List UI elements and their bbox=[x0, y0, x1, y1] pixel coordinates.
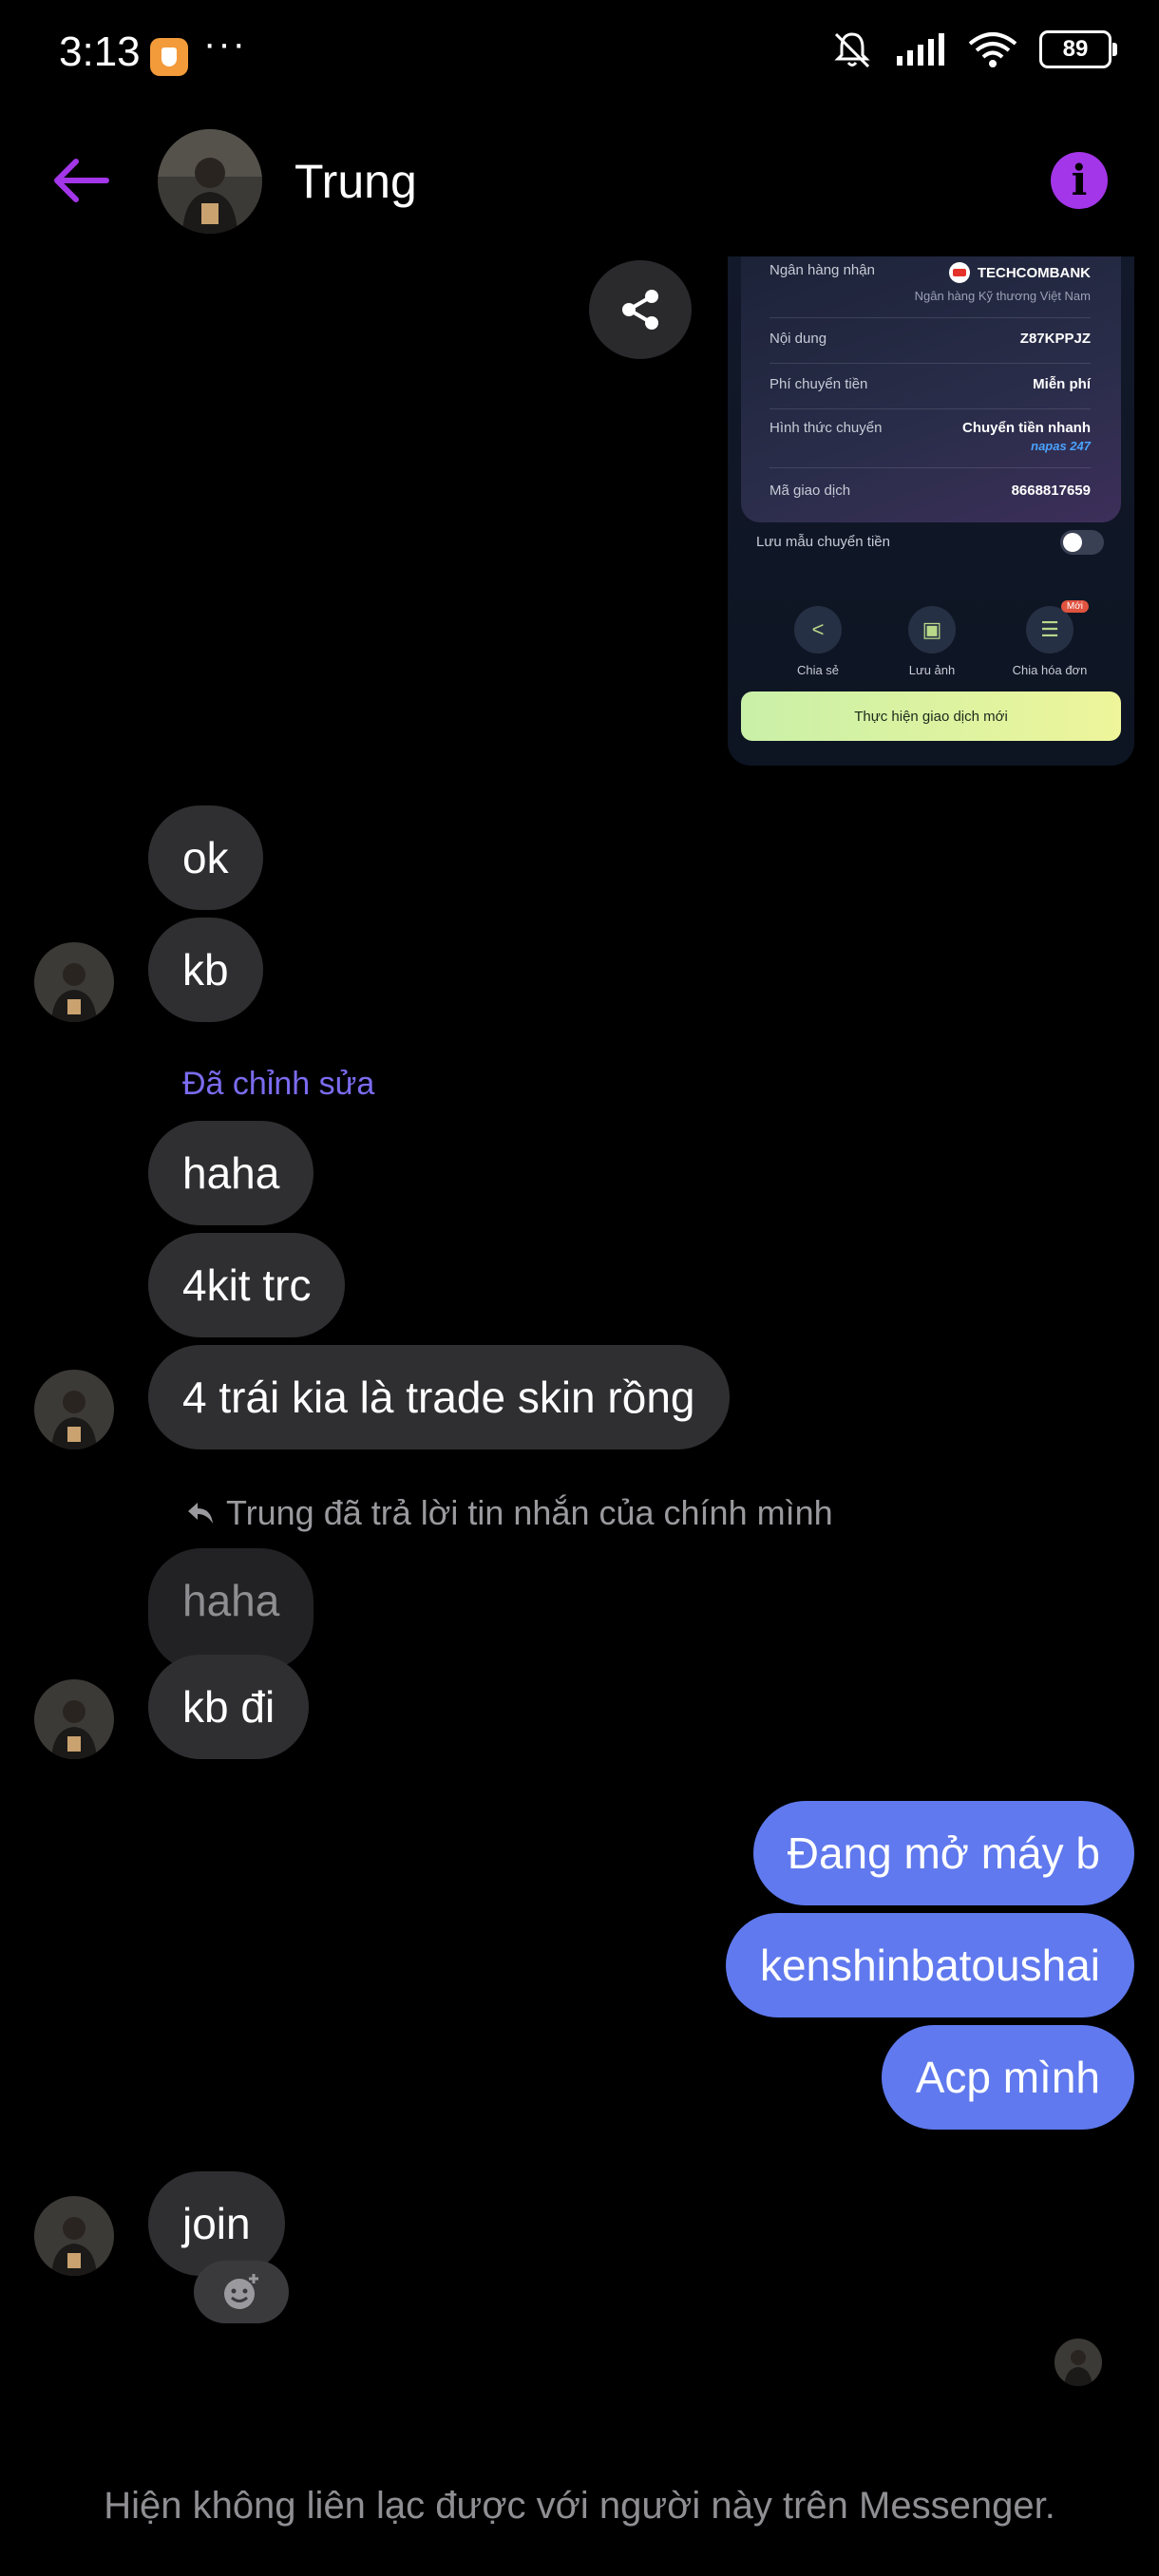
receipt-action-share: < Chia sẻ bbox=[766, 606, 870, 677]
sender-avatar[interactable] bbox=[34, 1679, 114, 1759]
status-time: 3:13 bbox=[59, 28, 141, 75]
divider bbox=[770, 408, 1091, 409]
signal-icon bbox=[897, 33, 944, 66]
receipt-label: Phí chuyển tiền bbox=[770, 376, 868, 392]
receipt-value: Miễn phí bbox=[1033, 376, 1091, 392]
receipt-row: Mã giao dịch 8668817659 bbox=[770, 483, 1091, 499]
new-transaction-button: Thực hiện giao dịch mới bbox=[741, 691, 1121, 741]
message-bubble-outgoing[interactable]: kenshinbatoushai bbox=[725, 1913, 1134, 2017]
receipt-label: Nội dung bbox=[770, 331, 827, 347]
unavailable-notice: Hiện không liên lạc được với người này t… bbox=[104, 2485, 1055, 2527]
bill-icon: ☰ Mới bbox=[1026, 600, 1089, 653]
reply-arrow-icon bbox=[188, 1503, 213, 1524]
message-bubble-incoming[interactable]: ok bbox=[148, 805, 263, 910]
reply-note-text: Trung đã trả lời tin nhắn của chính mình bbox=[226, 1493, 833, 1532]
save-template-toggle bbox=[1060, 530, 1104, 555]
sender-avatar[interactable] bbox=[34, 942, 114, 1022]
share-icon: < bbox=[794, 606, 842, 653]
techcombank-logo-icon bbox=[948, 262, 970, 283]
message-bubble-incoming[interactable]: 4kit trc bbox=[148, 1233, 346, 1337]
share-button[interactable] bbox=[589, 260, 692, 359]
wifi-icon bbox=[968, 32, 1017, 67]
contact-name[interactable]: Trung bbox=[294, 154, 417, 209]
receipt-value: Chuyển tiền nhanh bbox=[962, 420, 1091, 436]
shield-app-icon bbox=[150, 38, 188, 76]
share-icon bbox=[622, 290, 658, 330]
sender-avatar[interactable] bbox=[34, 2196, 114, 2276]
shared-receipt-image[interactable]: Ngân hàng nhận TECHCOMBANK Ngân hàng Kỹ … bbox=[728, 256, 1134, 766]
bell-muted-icon bbox=[834, 32, 870, 68]
divider bbox=[770, 363, 1091, 364]
receipt-subvalue: Ngân hàng Kỹ thương Việt Nam bbox=[914, 289, 1091, 303]
message-bubble-incoming[interactable]: kb đi bbox=[148, 1655, 310, 1759]
receipt-label: Hình thức chuyển bbox=[770, 420, 883, 436]
smiley-plus-icon bbox=[224, 2274, 258, 2309]
back-arrow-icon[interactable] bbox=[48, 152, 114, 209]
divider bbox=[770, 467, 1091, 468]
info-icon[interactable]: i bbox=[1051, 152, 1108, 209]
receipt-value: 8668817659 bbox=[1011, 483, 1091, 499]
receipt-action-split-bill: ☰ Mới Chia hóa đơn bbox=[1012, 600, 1089, 677]
receipt-value: Z87KPPJZ bbox=[1019, 331, 1091, 347]
message-bubble-outgoing[interactable]: Đang mở máy b bbox=[752, 1801, 1134, 1905]
receipt-value: TECHCOMBANK bbox=[948, 262, 1091, 283]
seen-receipt-avatar bbox=[1054, 2339, 1102, 2386]
message-bubble-incoming[interactable]: join bbox=[148, 2171, 285, 2276]
receipt-row: Ngân hàng nhận TECHCOMBANK bbox=[770, 262, 1091, 283]
quoted-message[interactable]: haha bbox=[148, 1548, 314, 1672]
new-badge: Mới bbox=[1060, 600, 1089, 613]
receipt-label: Ngân hàng nhận bbox=[770, 262, 875, 278]
battery-indicator: 89 bbox=[1039, 30, 1117, 68]
save-template-label: Lưu mẫu chuyển tiền bbox=[756, 534, 890, 550]
receipt-row: Hình thức chuyển Chuyển tiền nhanh bbox=[770, 420, 1091, 436]
reply-indicator: Trung đã trả lời tin nhắn của chính mình bbox=[186, 1493, 833, 1533]
receipt-card: Ngân hàng nhận TECHCOMBANK Ngân hàng Kỹ … bbox=[741, 256, 1121, 522]
receipt-label: Mã giao dịch bbox=[770, 483, 851, 499]
receipt-row: Nội dung Z87KPPJZ bbox=[770, 331, 1091, 347]
receipt-row: Phí chuyển tiền Miễn phí bbox=[770, 376, 1091, 392]
status-icons: 89 bbox=[830, 28, 1117, 70]
image-icon: ▣ bbox=[908, 606, 956, 653]
more-notifications-icon: ··· bbox=[203, 23, 247, 65]
sender-avatar[interactable] bbox=[34, 1370, 114, 1449]
divider bbox=[770, 317, 1091, 318]
edited-label: Đã chỉnh sửa bbox=[182, 1066, 375, 1102]
contact-avatar[interactable] bbox=[158, 129, 262, 234]
receipt-action-save-image: ▣ Lưu ảnh bbox=[880, 606, 984, 677]
message-bubble-incoming[interactable]: 4 trái kia là trade skin rồng bbox=[148, 1345, 730, 1449]
message-bubble-incoming[interactable]: haha bbox=[148, 1121, 314, 1225]
save-template-row: Lưu mẫu chuyển tiền bbox=[756, 534, 1104, 550]
message-bubble-incoming[interactable]: kb bbox=[148, 918, 263, 1022]
add-reaction-button[interactable] bbox=[194, 2261, 289, 2323]
napas-247-logo: napas 247 bbox=[1031, 439, 1091, 453]
message-bubble-outgoing[interactable]: Acp mình bbox=[881, 2025, 1134, 2130]
